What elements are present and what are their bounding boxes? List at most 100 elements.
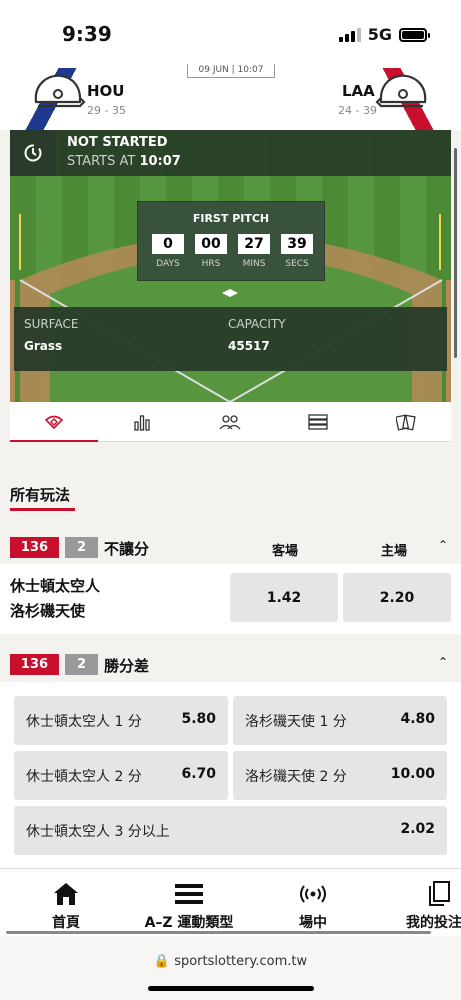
starts-at-label: STARTS AT: [67, 154, 136, 169]
market-name: 勝分差: [104, 657, 150, 675]
odds-cell-value: 5.80: [181, 711, 216, 727]
team-name-home: 洛杉磯天使: [10, 602, 86, 620]
match-date: 09 JUN | 10:07: [187, 64, 275, 78]
lock-icon: 🔒: [153, 954, 171, 969]
baseball-field-icon: [45, 415, 63, 429]
odds-cell[interactable]: 洛杉磯天使 2 分 10.00: [233, 751, 447, 800]
away-team-record: 24 - 39: [338, 104, 377, 117]
live-broadcast-icon: [285, 879, 341, 909]
market-header-moneyline[interactable]: 136 2 不讓分 客場 主場 ⌃: [0, 530, 461, 564]
nav-live[interactable]: 場中: [285, 879, 341, 932]
market-name: 不讓分: [104, 540, 150, 558]
team-name-away: 休士頓太空人: [10, 577, 101, 595]
countdown-days: 0 DAYS: [152, 234, 184, 269]
countdown-secs: 39 SECS: [281, 234, 313, 269]
column-away: 客場: [272, 544, 299, 559]
countdown-days-label: DAYS: [156, 259, 180, 269]
nav-az-sports[interactable]: A–Z 運動類型: [130, 879, 248, 932]
odds-cell-value: 10.00: [390, 766, 435, 782]
network-label: 5G: [367, 25, 392, 44]
signal-icon: [338, 27, 361, 42]
odds-button-home[interactable]: 2.20: [343, 573, 451, 622]
match-header: 09 JUN | 10:07 HOU 29 - 35 LAA 24 - 39: [0, 64, 461, 130]
countdown-secs-value: 39: [281, 234, 313, 254]
odds-button-away[interactable]: 1.42: [230, 573, 338, 622]
odds-cell-wide[interactable]: 休士頓太空人 3 分以上 2.02: [14, 806, 447, 855]
odds-cell[interactable]: 休士頓太空人 2 分 6.70: [14, 751, 228, 800]
odds-cell-label: 洛杉磯天使 2 分: [245, 769, 347, 785]
tab-cards[interactable]: [362, 402, 450, 442]
nav-home[interactable]: 首頁: [38, 879, 94, 932]
venue-info-panel: SURFACE Grass CAPACITY 45517: [14, 307, 447, 371]
odds-cell-label: 洛杉磯天使 1 分: [245, 714, 347, 730]
countdown-hrs-value: 00: [195, 234, 227, 254]
matchup-teams: 休士頓太空人 洛杉磯天使: [10, 574, 100, 624]
surface-label: SURFACE: [24, 317, 79, 331]
home-indicator: [148, 986, 314, 991]
clock-icon: [10, 130, 56, 176]
browser-url-bar[interactable]: 🔒 sportslottery.com.tw: [0, 936, 461, 1000]
game-status-bar: NOT STARTED STARTS AT 10:07: [10, 130, 451, 176]
nav-live-label: 場中: [299, 915, 327, 931]
helmet-icon: [34, 74, 86, 108]
countdown-panel: FIRST PITCH 0 DAYS 00 HRS 27 MINS 39 SEC…: [137, 201, 325, 281]
column-home: 主場: [381, 544, 408, 559]
bar-chart-icon: [134, 415, 150, 431]
betting-content: 所有玩法 136 2 不讓分 客場 主場 ⌃ 休士頓太空人 洛杉磯天使 1.42…: [0, 442, 461, 882]
odds-cell-label: 休士頓太空人 3 分以上: [26, 824, 170, 840]
surface-value: Grass: [24, 339, 63, 353]
capacity-value: 45517: [228, 339, 270, 353]
market-count-badge: 2: [65, 654, 98, 675]
countdown-hrs-label: HRS: [201, 259, 221, 269]
game-start-time: STARTS AT 10:07: [67, 154, 181, 169]
players-icon: [219, 415, 241, 430]
countdown-mins-value: 27: [238, 234, 270, 254]
chevron-up-icon[interactable]: ⌃: [438, 655, 448, 669]
tab-stats[interactable]: [98, 402, 186, 442]
home-team-record: 29 - 35: [87, 104, 126, 117]
odds-cell-value: 2.02: [400, 821, 435, 837]
capacity-label: CAPACITY: [228, 317, 286, 331]
odds-cell-label: 休士頓太空人 2 分: [26, 769, 142, 785]
market-body-margin: 休士頓太空人 1 分 5.80 洛杉磯天使 1 分 4.80 休士頓太空人 2 …: [0, 682, 461, 882]
home-icon: [38, 879, 94, 909]
starts-at-time: 10:07: [139, 154, 181, 169]
section-title: 所有玩法: [10, 486, 71, 504]
tab-field[interactable]: [10, 402, 98, 443]
menu-icon: [130, 879, 248, 909]
status-time: 9:39: [62, 22, 112, 46]
page: 9:39 5G 09 JUN | 10:07 HOU 29 - 35 LAA 2…: [0, 0, 461, 1000]
away-team-code: LAA: [342, 82, 375, 100]
countdown-hrs: 00 HRS: [195, 234, 227, 269]
section-title-underline: [10, 508, 75, 511]
countdown-title: FIRST PITCH: [192, 212, 270, 225]
home-team-code: HOU: [87, 82, 125, 100]
odds-cell[interactable]: 休士頓太空人 1 分 5.80: [14, 696, 228, 745]
market-header-margin[interactable]: 136 2 勝分差 ⌃: [0, 647, 461, 681]
odds-cell-value: 4.80: [400, 711, 435, 727]
nav-az-label: A–Z 運動類型: [144, 915, 234, 931]
url-value: sportslottery.com.tw: [174, 954, 308, 969]
countdown-mins-label: MINS: [242, 259, 266, 269]
cards-icon: [396, 414, 416, 431]
odds-cell[interactable]: 洛杉磯天使 1 分 4.80: [233, 696, 447, 745]
nav-home-label: 首頁: [52, 915, 80, 931]
helmet-icon: [375, 74, 427, 108]
market-number-badge: 136: [10, 654, 59, 675]
odds-cell-value: 6.70: [181, 766, 216, 782]
tab-players[interactable]: [186, 402, 274, 442]
match-tabs: [10, 402, 451, 443]
field-scrollbar[interactable]: [454, 148, 457, 358]
status-bar: 9:39 5G: [0, 0, 461, 66]
market-body-moneyline: 休士頓太空人 洛杉磯天使 1.42 2.20: [0, 564, 461, 634]
nav-scrollbar[interactable]: [6, 931, 431, 934]
list-icon: [308, 414, 328, 430]
field-card: NOT STARTED STARTS AT 10:07 FIRST PITCH …: [10, 130, 451, 402]
tab-list[interactable]: [274, 402, 362, 442]
market-number-badge: 136: [10, 537, 59, 558]
countdown-secs-label: SECS: [285, 259, 309, 269]
nav-my-bets[interactable]: 我的投注: [398, 879, 461, 932]
bottom-nav: 首頁 A–Z 運動類型 場中 我的投注: [0, 868, 461, 936]
chevron-up-icon[interactable]: ⌃: [438, 538, 448, 552]
battery-icon: [399, 27, 430, 42]
